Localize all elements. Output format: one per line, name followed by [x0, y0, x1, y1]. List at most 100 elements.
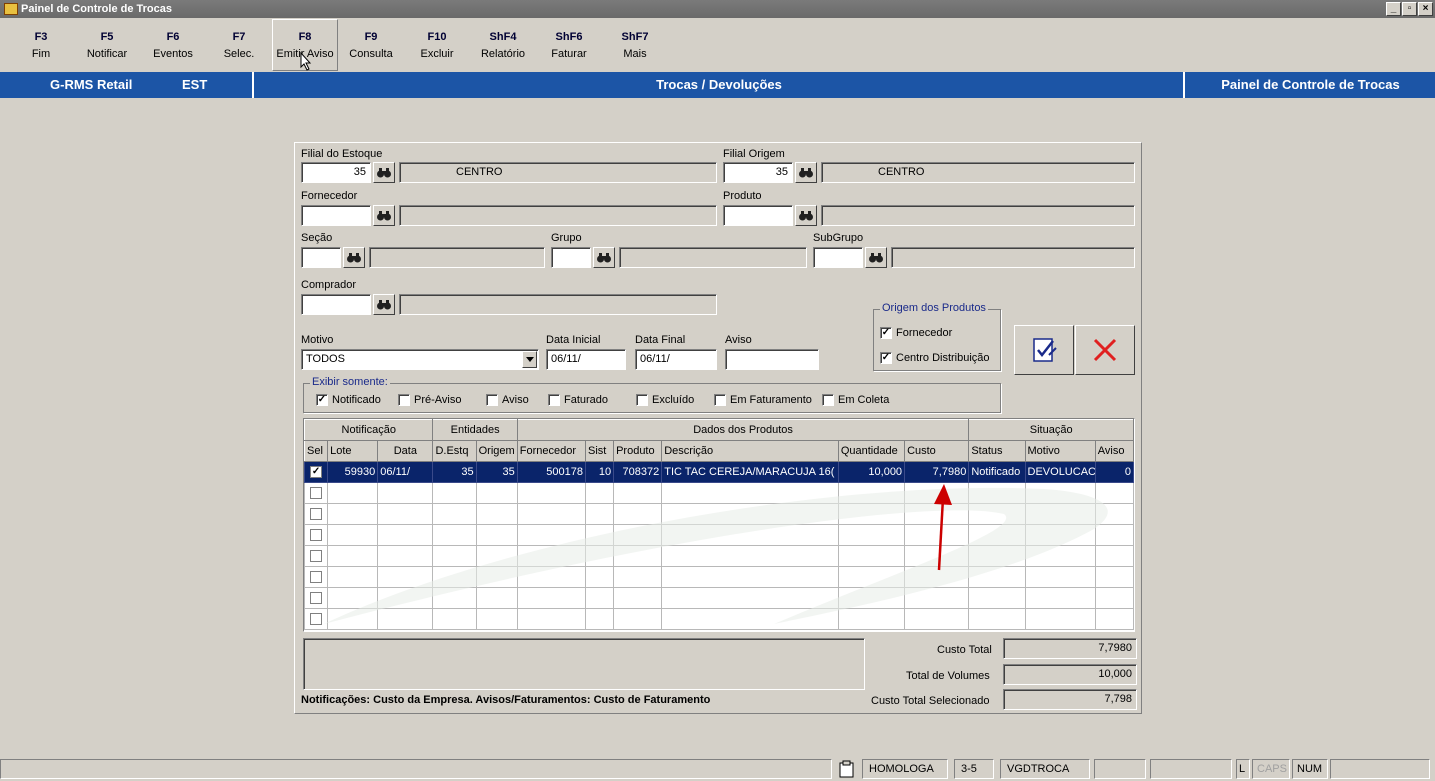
cell-lote: 59930	[327, 461, 379, 483]
col-origem[interactable]: Origem	[475, 440, 518, 462]
filter-em-coleta-checkbox[interactable]: Em Coleta	[822, 394, 889, 406]
filter-em-faturamento-checkbox[interactable]: Em Faturamento	[714, 394, 812, 406]
secao-name-field	[369, 247, 545, 268]
filter-faturado-checkbox[interactable]: Faturado	[548, 394, 608, 406]
checkbox-empty-icon	[486, 394, 498, 406]
fkey-f10-excluir[interactable]: F10 Excluir	[404, 19, 470, 71]
table-row-empty[interactable]	[304, 503, 1134, 525]
col-data[interactable]: Data	[377, 440, 434, 462]
binoculars-search-icon[interactable]	[593, 247, 615, 268]
fkey-code: F3	[34, 31, 48, 43]
binoculars-search-icon[interactable]	[373, 205, 395, 226]
status-bar: HOMOLOGA 3-5 VGDTROCA L CAPS NUM	[0, 757, 1435, 781]
col-sel[interactable]: Sel	[304, 440, 329, 462]
row-select-checkbox[interactable]	[304, 566, 329, 588]
total-volumes-field: 10,000	[1003, 664, 1137, 685]
data-final-input[interactable]: 06/11/	[635, 349, 717, 370]
cell-sist: 10	[584, 461, 615, 483]
col-sist[interactable]: Sist	[584, 440, 615, 462]
produto-code-input[interactable]	[723, 205, 793, 226]
filter-aviso-checkbox[interactable]: Aviso	[486, 394, 529, 406]
table-row[interactable]: ✓ 59930 06/11/ 35 35 500178 10 708372 TI…	[304, 461, 1134, 483]
close-button[interactable]: ×	[1418, 2, 1433, 16]
col-status[interactable]: Status	[968, 440, 1026, 462]
col-lote[interactable]: Lote	[327, 440, 379, 462]
chevron-down-icon[interactable]	[522, 351, 537, 368]
origem-fornecedor-checkbox[interactable]: ✓ Fornecedor	[880, 327, 952, 339]
row-select-checkbox[interactable]	[304, 482, 329, 504]
filial-estoque-name-field: CENTRO	[399, 162, 717, 183]
cell-motivo: DEVOLUCAC	[1024, 461, 1096, 483]
group-notificacao: Notificação	[304, 419, 434, 441]
table-row-empty[interactable]	[304, 587, 1134, 609]
custo-selecionado-field: 7,798	[1003, 689, 1137, 710]
checkbox-empty-icon	[548, 394, 560, 406]
col-quantidade[interactable]: Quantidade	[837, 440, 906, 462]
row-select-checkbox[interactable]	[304, 545, 329, 567]
checkbox-empty-icon	[714, 394, 726, 406]
binoculars-search-icon[interactable]	[795, 162, 817, 183]
status-cell-empty	[1330, 759, 1430, 779]
data-inicial-input[interactable]: 06/11/	[546, 349, 626, 370]
status-cell-empty	[1094, 759, 1146, 779]
motivo-select[interactable]: TODOS	[301, 349, 539, 370]
binoculars-search-icon[interactable]	[343, 247, 365, 268]
binoculars-search-icon[interactable]	[865, 247, 887, 268]
row-select-checkbox[interactable]	[304, 503, 329, 525]
filial-estoque-code-input[interactable]: 35	[301, 162, 371, 183]
fkey-shf4-relatorio[interactable]: ShF4 Relatório	[470, 19, 536, 71]
origem-centro-checkbox[interactable]: ✓ Centro Distribuição	[880, 352, 990, 364]
filter-excluido-checkbox[interactable]: Excluído	[636, 394, 694, 406]
maximize-button[interactable]: ▫	[1402, 2, 1417, 16]
confirm-button[interactable]	[1014, 325, 1074, 375]
minimize-button[interactable]: _	[1386, 2, 1401, 16]
fkey-f3-fim[interactable]: F3 Fim	[8, 19, 74, 71]
aviso-input[interactable]	[725, 349, 819, 370]
binoculars-search-icon[interactable]	[373, 162, 395, 183]
subgrupo-code-input[interactable]	[813, 247, 863, 268]
row-select-checkbox[interactable]: ✓	[304, 461, 329, 483]
fkey-f6-eventos[interactable]: F6 Eventos	[140, 19, 206, 71]
data-final-label: Data Final	[635, 334, 686, 346]
cell-produto: 708372	[613, 461, 663, 483]
fkey-f5-notificar[interactable]: F5 Notificar	[74, 19, 140, 71]
filter-notificado-checkbox[interactable]: ✓ Notificado	[316, 394, 381, 406]
filter-pre-aviso-checkbox[interactable]: Pré-Aviso	[398, 394, 461, 406]
comprador-code-input[interactable]	[301, 294, 371, 315]
secao-code-input[interactable]	[301, 247, 341, 268]
binoculars-search-icon[interactable]	[795, 205, 817, 226]
col-fornecedor[interactable]: Fornecedor	[516, 440, 586, 462]
fkey-f7-selec[interactable]: F7 Selec.	[206, 19, 272, 71]
row-select-checkbox[interactable]	[304, 524, 329, 546]
col-custo[interactable]: Custo	[904, 440, 970, 462]
fkey-shf7-mais[interactable]: ShF7 Mais	[602, 19, 668, 71]
fkey-code: ShF4	[489, 31, 517, 43]
table-row-empty[interactable]	[304, 545, 1134, 567]
row-select-checkbox[interactable]	[304, 608, 329, 630]
table-row-empty[interactable]	[304, 524, 1134, 546]
cancel-button[interactable]	[1075, 325, 1135, 375]
filial-origem-code-input[interactable]: 35	[723, 162, 793, 183]
fornecedor-code-input[interactable]	[301, 205, 371, 226]
table-row-empty[interactable]	[304, 482, 1134, 504]
col-descricao[interactable]: Descrição	[661, 440, 839, 462]
table-row-empty[interactable]	[304, 566, 1134, 588]
fkey-f9-consulta[interactable]: F9 Consulta	[338, 19, 404, 71]
col-produto[interactable]: Produto	[613, 440, 663, 462]
checkbox-label: Aviso	[502, 394, 529, 406]
grupo-code-input[interactable]	[551, 247, 591, 268]
environment-indicator: HOMOLOGA	[862, 759, 948, 779]
data-inicial-label: Data Inicial	[546, 334, 601, 346]
row-select-checkbox[interactable]	[304, 587, 329, 609]
fkey-shf6-faturar[interactable]: ShF6 Faturar	[536, 19, 602, 71]
fkey-label: Notificar	[86, 48, 128, 60]
exibir-somente-title: Exibir somente:	[310, 376, 390, 388]
details-memo[interactable]	[303, 638, 865, 690]
cell-descricao: TIC TAC CEREJA/MARACUJA 16(	[661, 461, 839, 483]
module-header-bar: G-RMS Retail EST Trocas / Devoluções Pai…	[0, 72, 1435, 98]
table-row-empty[interactable]	[304, 608, 1134, 630]
col-aviso[interactable]: Aviso	[1094, 440, 1134, 462]
binoculars-search-icon[interactable]	[373, 294, 395, 315]
col-destq[interactable]: D.Estq	[432, 440, 477, 462]
col-motivo[interactable]: Motivo	[1024, 440, 1096, 462]
